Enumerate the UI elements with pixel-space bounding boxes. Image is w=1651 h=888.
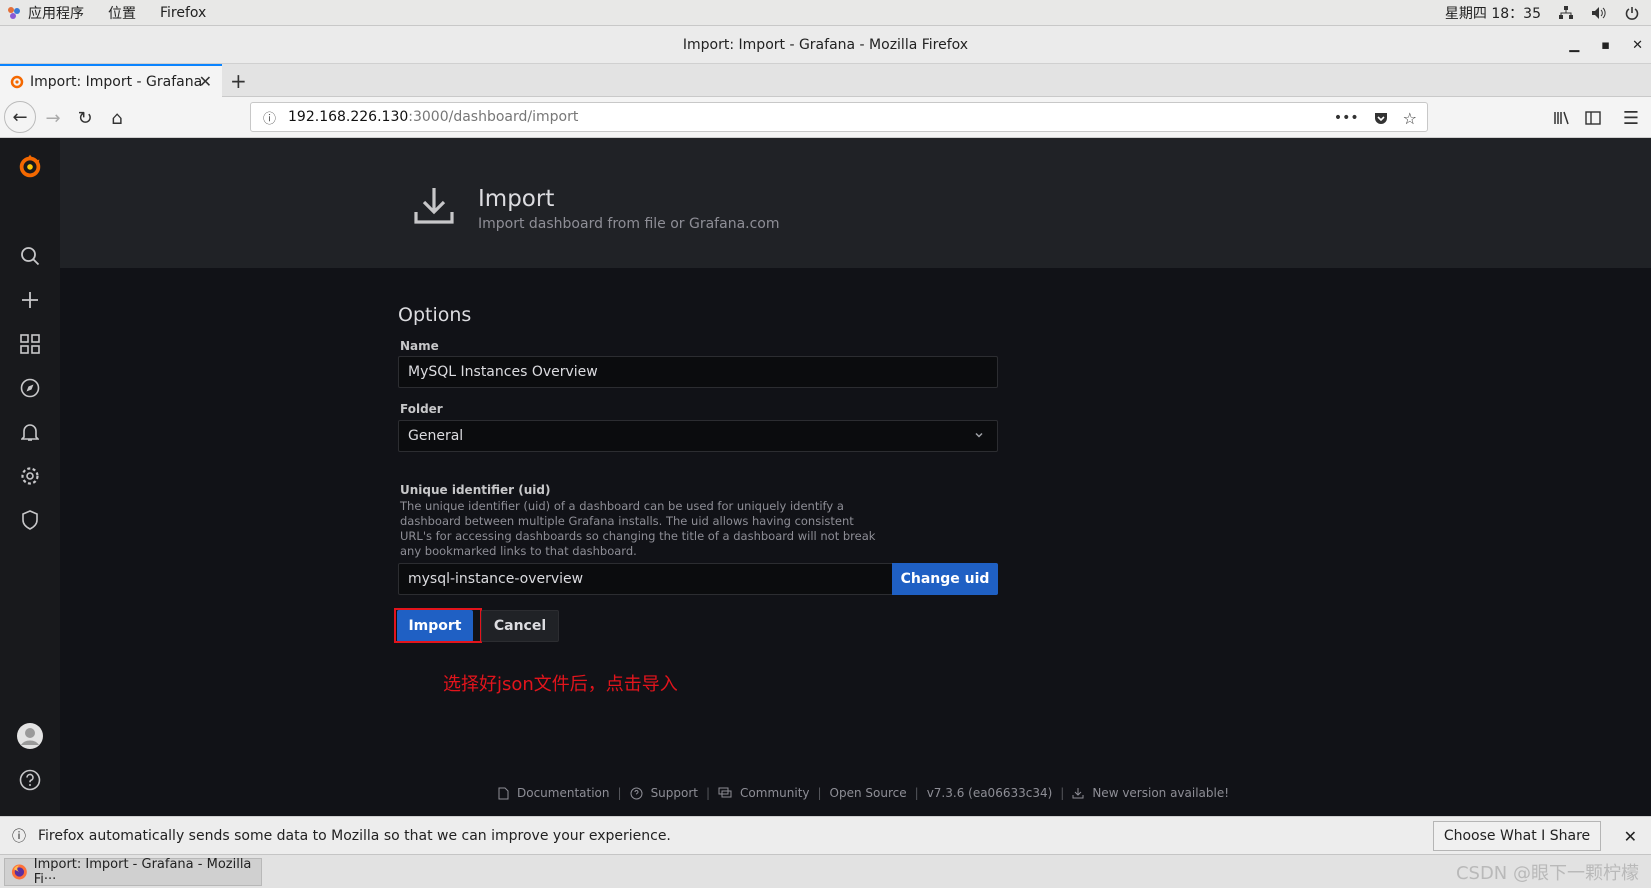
watermark: CSDN @眼下一颗柠檬: [1455, 863, 1639, 884]
configuration-gear-icon[interactable]: [16, 462, 44, 490]
grafana-sidebar: [0, 138, 60, 816]
system-top-bar: 应用程序 位置 Firefox 星期四 18：35: [0, 0, 1651, 26]
page-header: Import Import dashboard from file or Gra…: [60, 138, 1651, 268]
navigation-bar: ← → ↻ ⌂ ⓘ 192.168.226.130 :3000/dashboar…: [0, 97, 1651, 138]
name-label: Name: [400, 339, 439, 353]
main-content: Import Import dashboard from file or Gra…: [60, 138, 1651, 816]
bookmark-star-icon[interactable]: ☆: [1403, 109, 1417, 128]
support-icon: [630, 787, 643, 799]
close-window-icon[interactable]: ✕: [1632, 38, 1643, 53]
window-title: Import: Import - Grafana - Mozilla Firef…: [682, 36, 969, 53]
annotation-text: 选择好json文件后，点击导入: [443, 674, 678, 695]
change-uid-button[interactable]: Change uid: [892, 563, 998, 595]
reload-icon[interactable]: ↻: [70, 103, 100, 133]
apps-menu[interactable]: 应用程序: [28, 3, 84, 23]
data-collection-notification: ⓘ Firefox automatically sends some data …: [0, 816, 1651, 854]
import-download-icon: [412, 184, 456, 228]
annotation-highlight-box: [394, 608, 482, 643]
maximize-icon[interactable]: ▪: [1601, 38, 1610, 53]
library-icon[interactable]: [1547, 103, 1577, 133]
info-question-icon: ⓘ: [12, 828, 26, 845]
page-title: Import: [478, 186, 555, 212]
sidebar-toggle-icon[interactable]: [1578, 103, 1608, 133]
url-host: 192.168.226.130: [288, 109, 409, 125]
download-icon: [1072, 788, 1084, 799]
folder-label: Folder: [400, 402, 443, 416]
grafana-favicon-icon: [10, 75, 24, 88]
grafana-logo-icon[interactable]: [16, 152, 44, 180]
server-admin-shield-icon[interactable]: [16, 506, 44, 534]
uid-label: Unique identifier (uid): [400, 483, 551, 497]
folder-select-value: General: [408, 428, 464, 444]
site-info-icon[interactable]: ⓘ: [263, 108, 276, 127]
close-tab-icon[interactable]: ✕: [199, 72, 212, 91]
explore-compass-icon[interactable]: [16, 374, 44, 402]
document-icon: [498, 787, 509, 799]
footer-version: v7.3.6 (ea06633c34): [926, 786, 1053, 800]
footer-community-link[interactable]: Community: [740, 786, 809, 800]
footer-support-link[interactable]: Support: [651, 786, 698, 800]
new-tab-icon[interactable]: +: [230, 64, 247, 97]
close-notification-icon[interactable]: ✕: [1624, 817, 1637, 855]
pocket-icon[interactable]: [1373, 110, 1389, 126]
name-input[interactable]: MySQL Instances Overview: [398, 356, 998, 388]
help-icon[interactable]: [16, 766, 44, 794]
alerting-bell-icon[interactable]: [16, 418, 44, 446]
uid-input[interactable]: mysql-instance-overview: [398, 563, 894, 595]
home-icon[interactable]: ⌂: [102, 103, 132, 133]
volume-icon[interactable]: [1591, 6, 1607, 20]
firefox-menu[interactable]: Firefox: [160, 5, 206, 21]
network-icon[interactable]: [1559, 6, 1573, 20]
back-icon[interactable]: ←: [4, 101, 36, 133]
page-subtitle: Import dashboard from file or Grafana.co…: [478, 216, 780, 232]
firefox-icon: [11, 864, 27, 880]
cancel-button[interactable]: Cancel: [481, 610, 559, 642]
chevron-down-icon: [975, 432, 983, 438]
taskbar: Import: Import - Grafana - Mozilla Fi···…: [0, 854, 1651, 888]
power-icon[interactable]: [1625, 6, 1639, 20]
footer-documentation-link[interactable]: Documentation: [517, 786, 610, 800]
folder-select[interactable]: General: [398, 420, 998, 452]
taskbar-firefox-window[interactable]: Import: Import - Grafana - Mozilla Fi···: [4, 857, 262, 887]
window-title-bar: Import: Import - Grafana - Mozilla Firef…: [0, 26, 1651, 64]
notification-text: Firefox automatically sends some data to…: [38, 827, 671, 844]
options-heading: Options: [398, 304, 472, 326]
hamburger-menu-icon[interactable]: ☰: [1616, 103, 1646, 133]
dashboards-icon[interactable]: [16, 330, 44, 358]
tab-label: Import: Import - Grafana: [30, 73, 203, 90]
apps-menu-icon[interactable]: [6, 5, 22, 21]
user-avatar[interactable]: [16, 722, 44, 750]
clock[interactable]: 星期四 18：35: [1445, 3, 1541, 23]
footer: Documentation | Support | Community | Op…: [498, 784, 1229, 802]
footer-new-version-link[interactable]: New version available!: [1092, 786, 1229, 800]
url-path: :3000/dashboard/import: [408, 109, 579, 125]
search-icon[interactable]: [16, 242, 44, 270]
page-actions-icon[interactable]: •••: [1334, 110, 1359, 126]
places-menu[interactable]: 位置: [108, 3, 136, 23]
uid-description: The unique identifier (uid) of a dashboa…: [400, 499, 876, 558]
url-bar[interactable]: ⓘ 192.168.226.130 :3000/dashboard/import…: [250, 102, 1428, 132]
tab-bar: Import: Import - Grafana ✕ +: [0, 64, 1651, 97]
create-plus-icon[interactable]: [16, 286, 44, 314]
taskbar-item-label: Import: Import - Grafana - Mozilla Fi···: [33, 857, 252, 887]
tab-grafana-import[interactable]: Import: Import - Grafana ✕: [0, 64, 222, 97]
choose-what-i-share-button[interactable]: Choose What I Share: [1433, 821, 1601, 851]
forward-icon[interactable]: →: [38, 103, 68, 133]
footer-open-source-link[interactable]: Open Source: [830, 786, 907, 800]
community-chat-icon: [718, 787, 732, 798]
minimize-icon[interactable]: ▁: [1569, 38, 1579, 53]
